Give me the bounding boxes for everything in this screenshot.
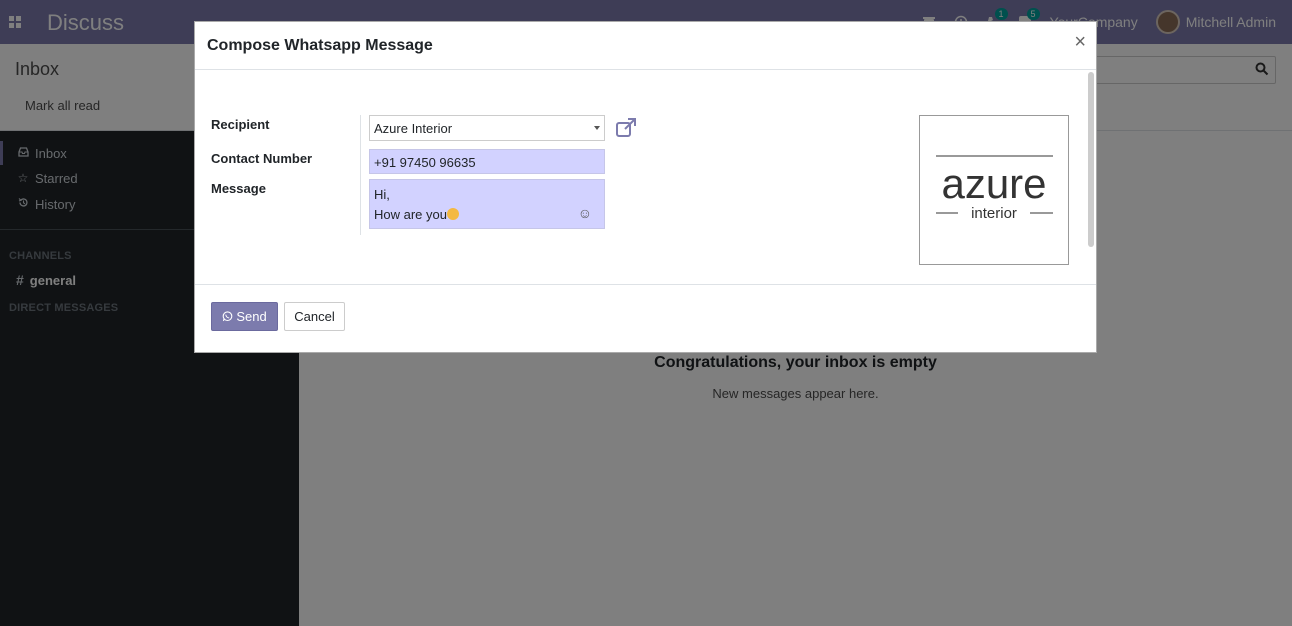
external-link-icon[interactable] <box>615 117 637 139</box>
modal-body: Recipient Contact Number Message Azure I… <box>195 70 1096 285</box>
message-textarea[interactable]: Hi, How are you ☺ <box>369 179 605 229</box>
modal-header: Compose Whatsapp Message × <box>195 22 1096 70</box>
contact-number-value: +91 97450 96635 <box>374 155 476 170</box>
cancel-button[interactable]: Cancel <box>284 302 345 331</box>
recipient-select[interactable]: Azure Interior <box>369 115 605 141</box>
smiling-emoji-icon <box>446 208 459 220</box>
field-divider <box>360 115 361 235</box>
message-label: Message <box>211 181 266 196</box>
whatsapp-icon <box>222 311 233 322</box>
close-button[interactable]: × <box>1074 32 1086 52</box>
svg-text:azure: azure <box>941 160 1046 207</box>
scrollbar[interactable] <box>1088 72 1094 247</box>
send-label: Send <box>236 309 267 324</box>
azure-interior-logo: azure interior <box>936 155 1053 222</box>
recipient-label: Recipient <box>211 117 270 132</box>
contact-number-field[interactable]: +91 97450 96635 <box>369 149 605 174</box>
partner-logo[interactable]: azure interior <box>919 115 1069 265</box>
message-line-2: How are you <box>374 207 447 222</box>
svg-text:interior: interior <box>971 205 1017 222</box>
contact-number-label: Contact Number <box>211 151 313 166</box>
compose-whatsapp-dialog: Compose Whatsapp Message × Recipient Con… <box>194 21 1097 353</box>
message-line-1: Hi, <box>374 187 390 202</box>
modal-title: Compose Whatsapp Message <box>207 37 433 54</box>
chevron-down-icon <box>594 126 600 130</box>
send-button[interactable]: Send <box>211 302 278 331</box>
emoji-picker-icon[interactable]: ☺ <box>578 203 592 223</box>
modal-footer: Send Cancel <box>195 286 1096 352</box>
recipient-value: Azure Interior <box>374 121 453 136</box>
